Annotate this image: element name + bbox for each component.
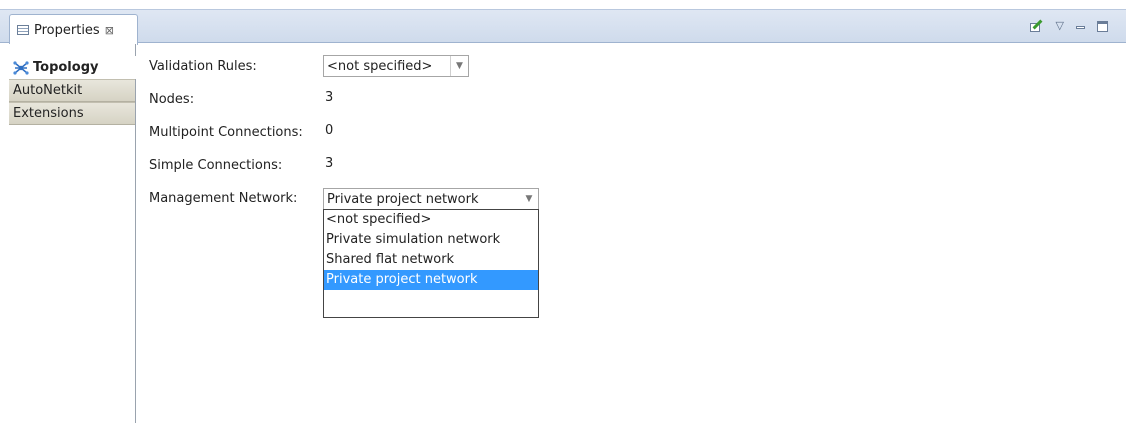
side-tab-label: Extensions [13, 106, 84, 121]
maximize-icon[interactable] [1097, 20, 1108, 32]
side-tab-label: Topology [33, 60, 99, 75]
topology-properties-form: Validation Rules: <not specified> ▼ Node… [149, 44, 1126, 423]
validation-rules-value: <not specified> [327, 58, 433, 74]
nodes-label: Nodes: [149, 92, 195, 107]
management-network-combo[interactable]: Private project network ▼ [323, 188, 539, 210]
edit-properties-icon[interactable] [1029, 19, 1044, 33]
chevron-down-icon[interactable]: ▼ [520, 189, 538, 209]
simple-connections-label: Simple Connections: [149, 158, 283, 173]
multipoint-connections-value: 0 [325, 123, 334, 138]
view-menu-icon[interactable]: ▽ [1056, 19, 1064, 33]
dropdown-option-not-specified[interactable]: <not specified> [324, 210, 538, 230]
nodes-value: 3 [325, 90, 334, 105]
view-tab-bar: Properties ⊠ ▽ [0, 9, 1126, 45]
dropdown-option-private-project-network[interactable]: Private project network [324, 270, 538, 290]
properties-icon [17, 25, 29, 35]
minimize-icon[interactable] [1076, 25, 1085, 29]
window-top-strip [0, 0, 1126, 9]
close-icon[interactable]: ⊠ [105, 24, 114, 37]
side-tab-label: AutoNetkit [13, 83, 83, 98]
simple-connections-value: 3 [325, 156, 334, 171]
management-network-dropdown-list: <not specified> Private simulation netwo… [323, 209, 539, 318]
management-network-label: Management Network: [149, 191, 298, 206]
properties-view-tab[interactable]: Properties ⊠ [9, 14, 138, 45]
view-toolbar: ▽ [1029, 19, 1108, 33]
dropdown-option-private-simulation-network[interactable]: Private simulation network [324, 230, 538, 250]
property-category-tabs: Topology AutoNetkit Extensions [9, 44, 136, 423]
management-network-value: Private project network [327, 191, 479, 207]
topology-icon [13, 60, 29, 75]
side-tab-topology[interactable]: Topology [9, 56, 136, 79]
view-tab-label: Properties [34, 22, 100, 38]
side-tab-autonetkit[interactable]: AutoNetkit [9, 79, 135, 102]
validation-rules-combo[interactable]: <not specified> ▼ [323, 55, 469, 77]
chevron-down-icon[interactable]: ▼ [450, 56, 468, 76]
validation-rules-label: Validation Rules: [149, 59, 257, 74]
dropdown-option-shared-flat-network[interactable]: Shared flat network [324, 250, 538, 270]
side-tab-extensions[interactable]: Extensions [9, 102, 135, 125]
multipoint-connections-label: Multipoint Connections: [149, 125, 303, 140]
